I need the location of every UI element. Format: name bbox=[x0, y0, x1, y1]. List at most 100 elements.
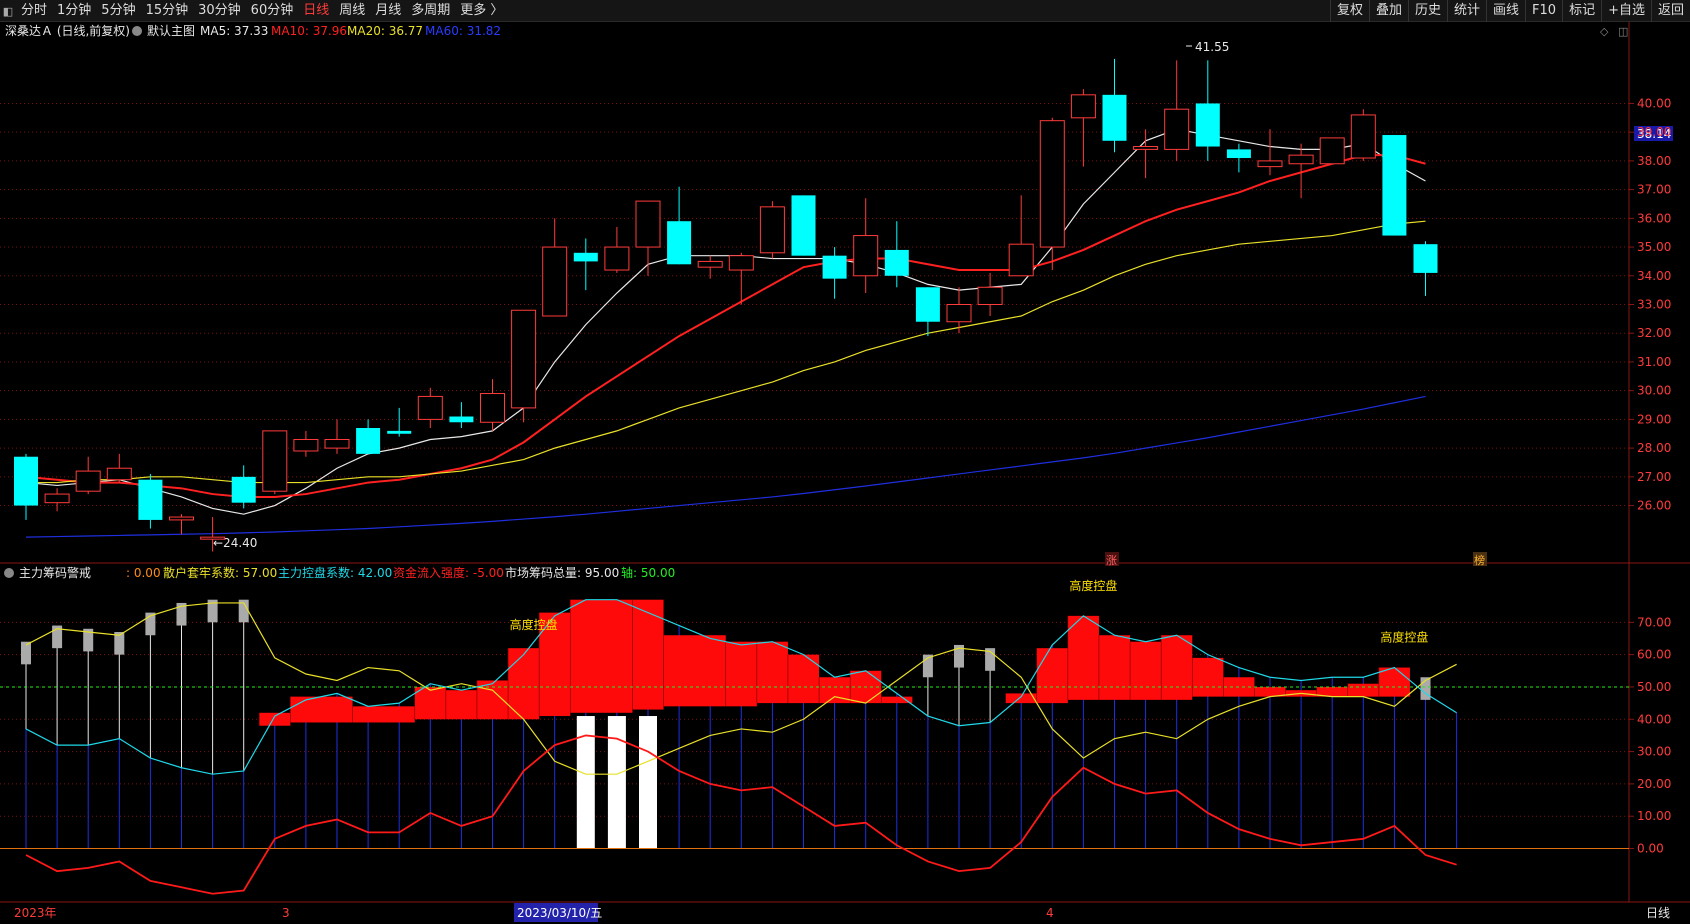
template-label[interactable]: 默认主图 bbox=[147, 23, 195, 38]
candle-body bbox=[1133, 146, 1159, 150]
tool-button[interactable]: 复权 bbox=[1329, 0, 1369, 22]
tool-button[interactable]: 画线 bbox=[1486, 0, 1525, 22]
period-tab[interactable]: 60分钟 bbox=[246, 0, 299, 22]
candle bbox=[75, 456, 101, 495]
price-tick-label: 38.00 bbox=[1637, 154, 1671, 168]
tool-buttons: 复权 叠加 历史 统计 画线 F10 标记 +自选 返回 bbox=[1329, 0, 1690, 22]
trap-marker-bar bbox=[21, 641, 31, 665]
ma-line-ma20 bbox=[26, 220, 1426, 484]
candle bbox=[635, 200, 661, 276]
candle-body bbox=[293, 438, 319, 452]
trap-coef-label: 散户套牢系数: 57.00 bbox=[163, 565, 277, 580]
chart-frame bbox=[0, 22, 1690, 903]
price-tick-label: 36.00 bbox=[1637, 211, 1671, 225]
period-tab[interactable]: 周线 bbox=[334, 0, 370, 22]
candle-body bbox=[697, 260, 723, 268]
warning-bar bbox=[639, 716, 657, 849]
candle bbox=[604, 226, 630, 273]
indicator-legend: 主力筹码警戒 : 0.00 散户套牢系数: 57.00 主力控盘系数: 42.0… bbox=[4, 565, 675, 580]
period-tab[interactable]: 月线 bbox=[370, 0, 406, 22]
period-tab[interactable]: 日线 bbox=[298, 0, 334, 22]
ma60-label: MA60: 31.82 bbox=[425, 24, 501, 38]
indicator-dropdown-icon[interactable] bbox=[4, 568, 14, 578]
control-block bbox=[663, 635, 726, 707]
candle bbox=[915, 287, 940, 337]
control-block bbox=[881, 696, 913, 704]
period-tab[interactable]: 多周期 bbox=[406, 0, 455, 22]
ma-line-ma60 bbox=[25, 395, 1426, 538]
control-block bbox=[725, 641, 757, 707]
period-tabs: ◧ 分时 1分钟 5分钟 15分钟 30分钟 60分钟 日线 周线 月线 多周期 更多 〉 bbox=[0, 0, 508, 22]
control-block bbox=[1347, 683, 1379, 697]
period-tab[interactable]: 分时 bbox=[16, 0, 52, 22]
template-dropdown-icon[interactable] bbox=[132, 26, 142, 36]
candle bbox=[1382, 135, 1407, 236]
candle-body bbox=[169, 516, 194, 521]
control-block bbox=[1161, 635, 1193, 700]
tool-button[interactable]: 叠加 bbox=[1368, 0, 1408, 22]
candle bbox=[759, 201, 785, 259]
month-march-label: 3 bbox=[282, 906, 290, 920]
tool-button[interactable]: 标记 bbox=[1562, 0, 1601, 22]
period-tab[interactable]: 15分钟 bbox=[141, 0, 194, 22]
tool-button[interactable]: 统计 bbox=[1447, 0, 1486, 22]
candle bbox=[1133, 129, 1159, 179]
candle-body bbox=[1102, 94, 1127, 141]
indicator-tick-label: 40.00 bbox=[1637, 712, 1671, 726]
period-label: 日线 bbox=[1646, 906, 1670, 920]
candle-body bbox=[480, 393, 505, 423]
chart-canvas[interactable]: 深桑达Ａ (日线,前复权) 默认主图 MA5: 37.33 MA10: 37.9… bbox=[0, 22, 1690, 924]
period-tab[interactable]: 更多 〉 bbox=[455, 0, 508, 22]
indicator-name[interactable]: 主力筹码警戒 bbox=[19, 565, 91, 580]
price-tick-label: 31.00 bbox=[1637, 355, 1671, 369]
candle-body bbox=[75, 470, 101, 492]
kline-chart-area[interactable]: 深桑达Ａ (日线,前复权) 默认主图 MA5: 37.33 MA10: 37.9… bbox=[0, 22, 1690, 924]
candle bbox=[542, 218, 568, 317]
indicator-tick-label: 20.00 bbox=[1637, 777, 1671, 791]
ma-line-ma10 bbox=[25, 154, 1426, 498]
price-tick-label: 35.00 bbox=[1637, 240, 1671, 254]
candle-body bbox=[759, 206, 785, 254]
candle-body bbox=[542, 246, 568, 317]
period-tab[interactable]: 5分钟 bbox=[96, 0, 140, 22]
price-tick-label: 37.00 bbox=[1637, 183, 1671, 197]
candle-body bbox=[1350, 114, 1376, 159]
month-april-label: 4 bbox=[1046, 906, 1054, 920]
tool-button[interactable]: F10 bbox=[1525, 0, 1562, 22]
window-icon[interactable]: ◫ bbox=[1618, 25, 1628, 38]
tool-button[interactable]: +自选 bbox=[1601, 0, 1651, 22]
high-control-annotation: 高度控盘 bbox=[1069, 578, 1117, 593]
candle-body bbox=[1382, 135, 1407, 236]
candle bbox=[1195, 60, 1220, 161]
ma-line-ma5 bbox=[25, 128, 1426, 515]
candle bbox=[1413, 241, 1438, 296]
candle bbox=[1102, 58, 1127, 153]
candle bbox=[387, 407, 412, 437]
candle-body bbox=[791, 195, 816, 256]
flow-strength-label: 资金流入强度: -5.00 bbox=[393, 565, 504, 580]
diamond-icon[interactable]: ◇ bbox=[1600, 25, 1609, 38]
candle bbox=[169, 514, 194, 535]
candle bbox=[822, 247, 847, 299]
tool-button[interactable]: 历史 bbox=[1407, 0, 1447, 22]
candle-body bbox=[1070, 94, 1096, 119]
control-block bbox=[1378, 667, 1410, 697]
control-coef-label: 主力控盘系数: 42.00 bbox=[278, 565, 392, 580]
candle bbox=[138, 473, 163, 529]
main-legend: 深桑达Ａ (日线,前复权) 默认主图 MA5: 37.33 MA10: 37.9… bbox=[5, 23, 501, 38]
tool-button[interactable]: 返回 bbox=[1650, 0, 1690, 22]
candle-body bbox=[262, 430, 288, 492]
period-tab[interactable]: 1分钟 bbox=[52, 0, 96, 22]
menu-icon[interactable]: ◧ bbox=[0, 0, 16, 22]
price-tick-label: 39.00 bbox=[1637, 125, 1671, 139]
candle-body bbox=[822, 255, 847, 279]
indicator-tick-label: 50.00 bbox=[1637, 680, 1671, 694]
stock-title: 深桑达Ａ (日线,前复权) bbox=[5, 23, 130, 38]
zhang-badge-text: 涨 bbox=[1106, 554, 1117, 567]
price-tick-label: 27.00 bbox=[1637, 470, 1671, 484]
candle-body bbox=[915, 287, 940, 322]
period-tab[interactable]: 30分钟 bbox=[193, 0, 246, 22]
candle-body bbox=[1288, 154, 1314, 165]
indicator-param0: : 0.00 bbox=[126, 566, 161, 580]
candle bbox=[480, 379, 505, 431]
